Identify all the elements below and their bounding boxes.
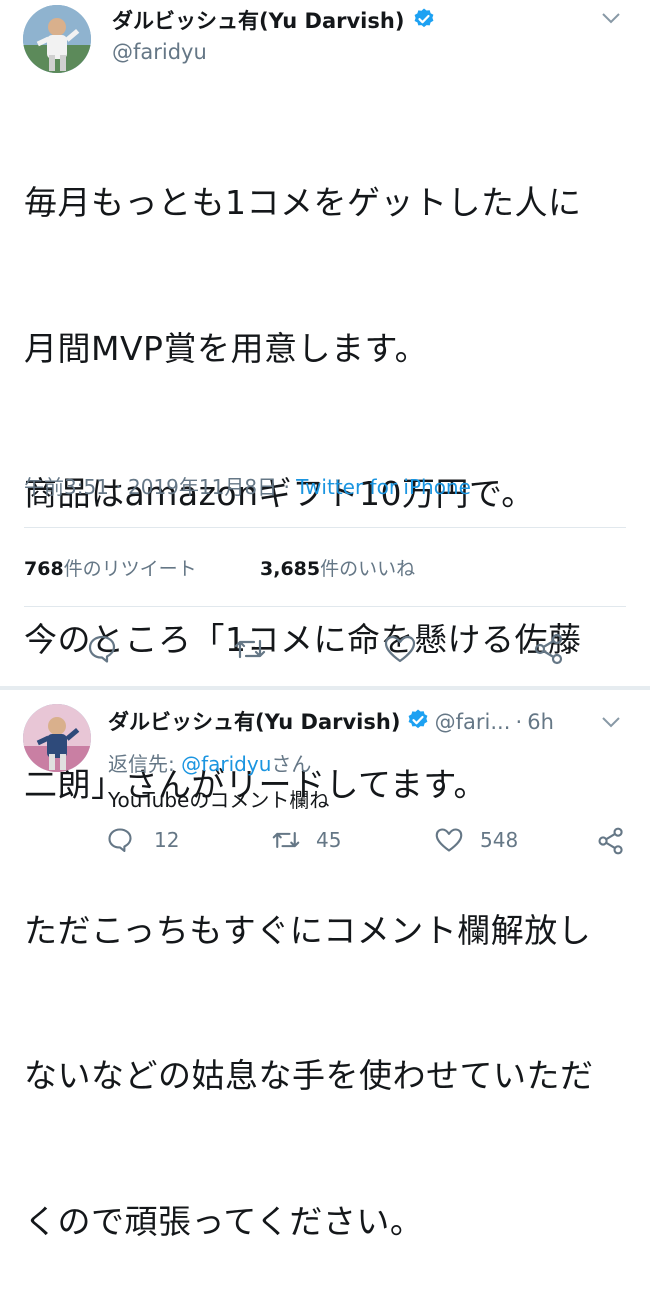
likes-count: 3,685 [260, 558, 321, 580]
divider [24, 527, 626, 528]
reply-prefix: 返信先: [108, 752, 182, 776]
share-button[interactable] [532, 632, 566, 666]
verified-badge-icon [412, 7, 436, 36]
retweets-stat[interactable]: 768件のリツイート [24, 554, 197, 581]
retweet-icon [272, 831, 300, 849]
reply-share-button[interactable] [596, 826, 626, 856]
heart-icon [435, 828, 463, 852]
like-button[interactable] [383, 633, 417, 665]
avatar[interactable] [23, 5, 91, 73]
reply-dot: · [515, 710, 523, 734]
replying-to: 返信先: @faridyuさん [108, 748, 311, 777]
tweet-time[interactable]: 午前3:51 [24, 475, 109, 499]
retweet-icon [234, 639, 266, 659]
author-name[interactable]: ダルビッシュ有(Yu Darvish) [112, 9, 404, 33]
reply-age[interactable]: 6h [527, 710, 554, 734]
retweet-count: 45 [316, 828, 342, 852]
reply-author-handle[interactable]: @fari... [435, 710, 511, 734]
share-icon [534, 633, 563, 665]
author-handle[interactable]: @faridyu [112, 40, 207, 64]
like-count: 548 [480, 828, 519, 852]
share-icon [598, 827, 623, 855]
tweet-text-line: ないなどの姑息な手を使わせていただ [24, 1056, 594, 1095]
retweet-button[interactable] [232, 633, 268, 665]
likes-stat[interactable]: 3,685件のいいね [260, 554, 415, 581]
heart-icon [384, 635, 416, 663]
divider [24, 606, 626, 607]
retweets-label: 件のリツイート [63, 558, 197, 580]
likes-label: 件のいいね [320, 558, 416, 580]
reply-header[interactable]: ダルビッシュ有(Yu Darvish) @fari... · 6h [108, 706, 554, 736]
thread-divider [0, 686, 650, 690]
verified-badge-icon [406, 708, 430, 736]
author-name-row[interactable]: ダルビッシュ有(Yu Darvish) [112, 5, 436, 36]
chevron-down-icon[interactable] [600, 714, 622, 733]
chevron-down-icon[interactable] [600, 10, 622, 29]
meta-separator: · [283, 475, 290, 499]
tweet-meta: 午前3:51 · 2019年11月8日 · Twitter for iPhone [24, 471, 471, 500]
reply-icon [88, 635, 116, 663]
reply-text: YouTubeのコメント欄ね [108, 788, 330, 812]
reply-retweet-button[interactable]: 45 [270, 826, 341, 854]
tweet-text-line: ただこっちもすぐにコメント欄解放し [24, 910, 592, 950]
tweet-text-line: くので頑張ってください。 [24, 1201, 424, 1241]
tweet-text-line: 毎月もっとも1コメをゲットした人に [24, 183, 582, 222]
reply-author-name[interactable]: ダルビッシュ有(Yu Darvish) [108, 710, 400, 734]
retweets-count: 768 [24, 558, 64, 580]
reply-reply-button[interactable]: 12 [106, 826, 179, 854]
reply-suffix: さん [271, 752, 312, 776]
tweet-date[interactable]: 2019年11月8日 [128, 475, 277, 499]
tweet-source-link[interactable]: Twitter for iPhone [296, 475, 471, 499]
reply-count: 12 [154, 828, 180, 852]
reply-mention[interactable]: @faridyu [181, 752, 271, 776]
avatar[interactable] [23, 704, 91, 772]
tweet-text-line: 月間MVP賞を用意します。 [24, 328, 429, 368]
reply-like-button[interactable]: 548 [434, 826, 518, 854]
reply-button[interactable] [86, 633, 118, 665]
meta-separator: · [115, 475, 122, 499]
reply-icon [108, 828, 132, 852]
